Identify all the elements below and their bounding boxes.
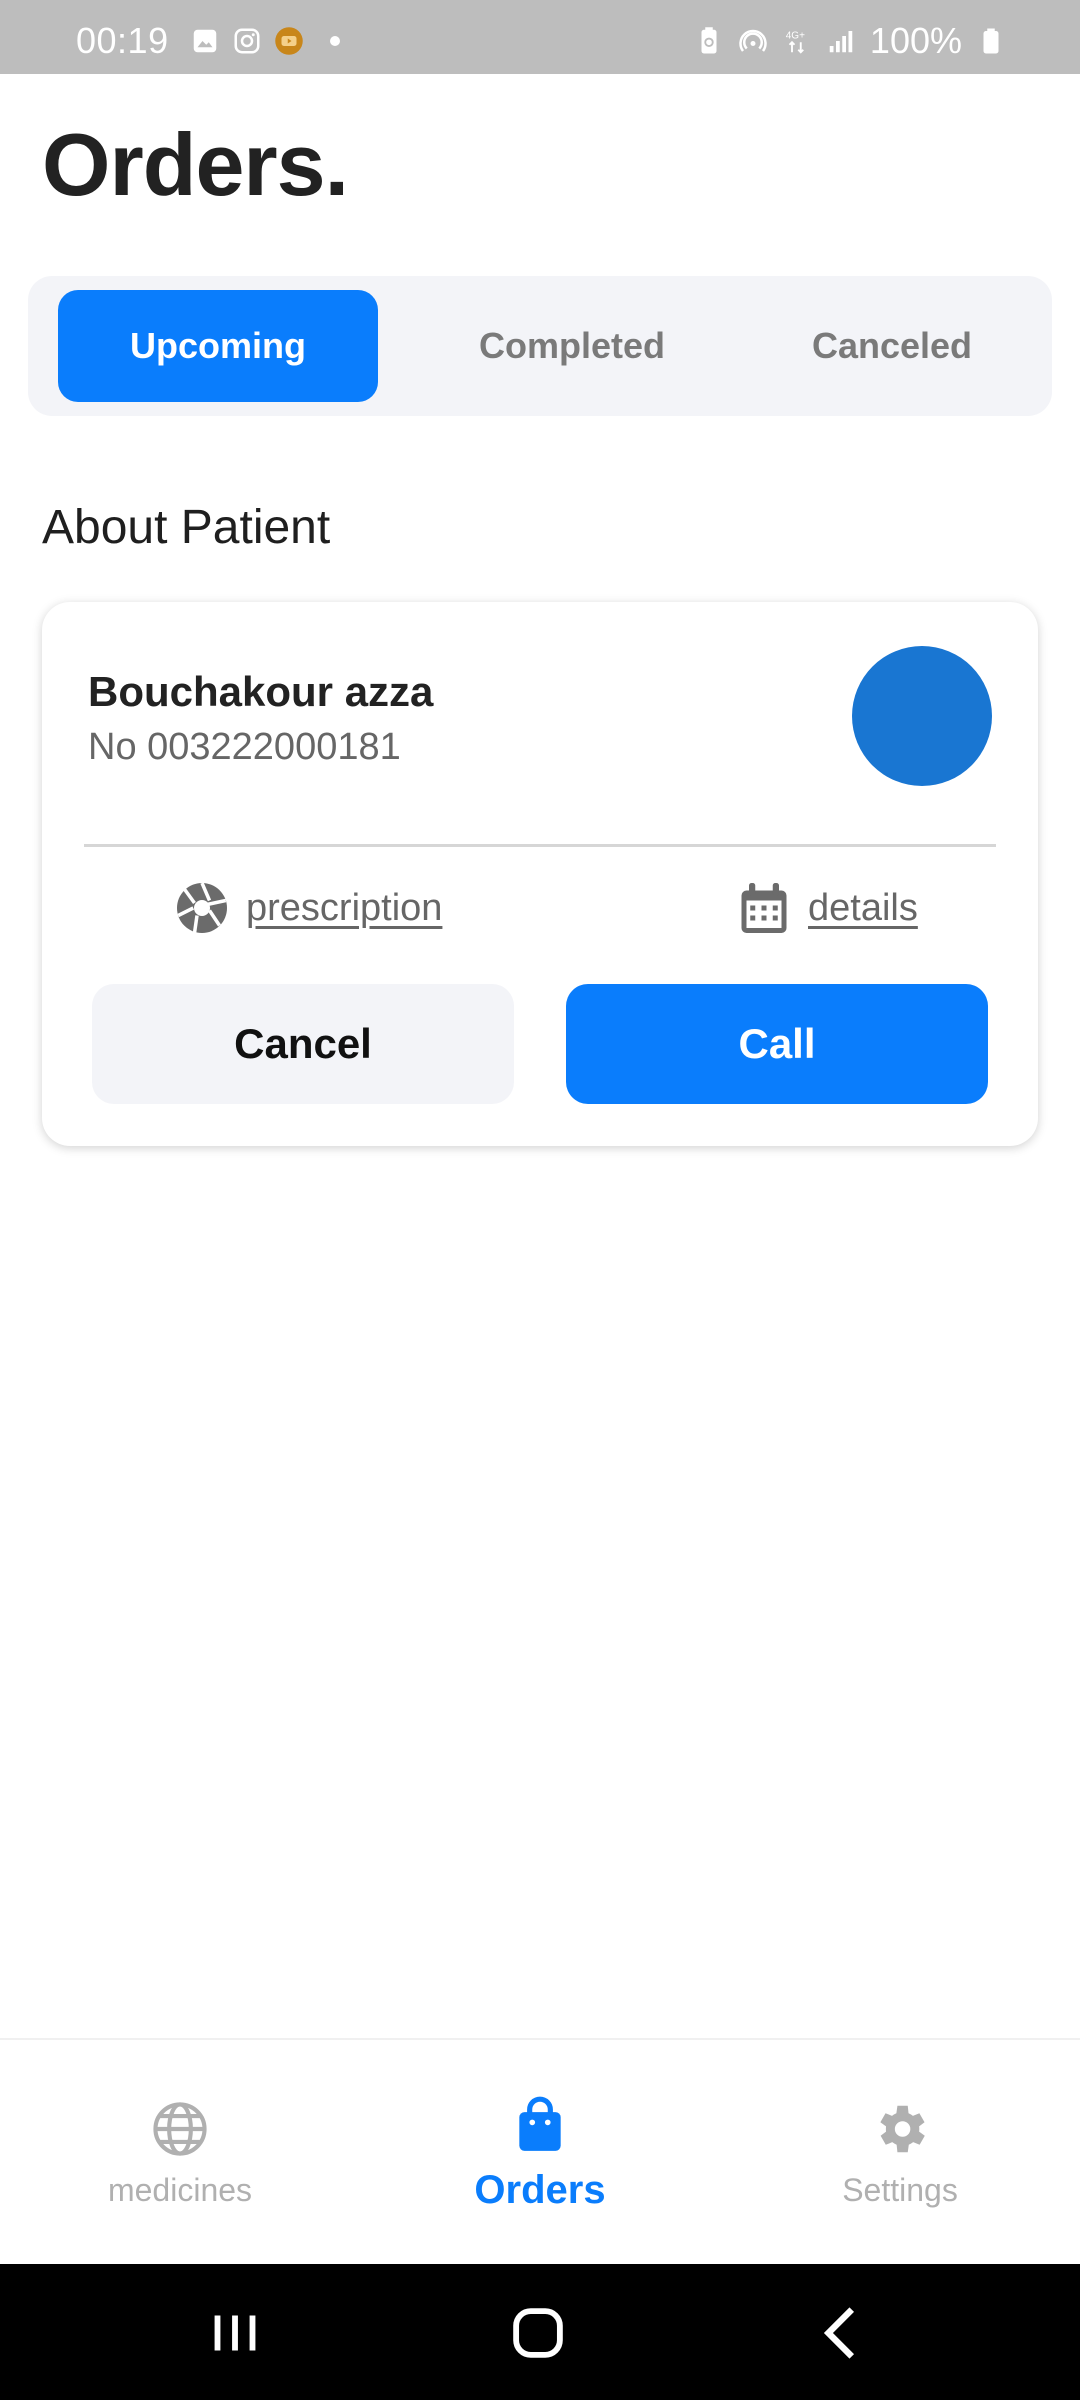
nav-item-orders[interactable]: Orders [360, 2040, 720, 2266]
nav-label-settings: Settings [842, 2171, 958, 2208]
avatar [852, 646, 992, 786]
prescription-link-label[interactable]: prescription [246, 887, 442, 930]
youtube-icon [275, 27, 303, 55]
order-status-tabs: Upcoming Completed Canceled [28, 276, 1052, 416]
battery-percentage: 100% [869, 20, 962, 61]
back-icon[interactable] [808, 2298, 878, 2368]
nav-item-settings[interactable]: Settings [720, 2040, 1080, 2266]
svg-text:4G+: 4G+ [786, 31, 805, 42]
image-icon [193, 29, 217, 53]
status-bar: 00:19 4G+ 100% [0, 0, 1080, 74]
call-button[interactable]: Call [566, 984, 988, 1104]
patient-order-card: Bouchakour azza No 003222000181 prescrip… [42, 602, 1038, 1146]
tab-completed[interactable]: Completed [412, 290, 732, 402]
bottom-navigation: medicines Orders Settings [0, 2038, 1080, 2264]
patient-name: Bouchakour azza [88, 668, 434, 715]
prescription-link[interactable]: prescription [172, 878, 442, 938]
calendar-icon [741, 883, 787, 933]
cancel-button[interactable]: Cancel [92, 984, 514, 1104]
system-navigation-bar [0, 2264, 1080, 2400]
gear-icon [880, 2105, 925, 2152]
camera-aperture-icon [177, 882, 227, 934]
card-divider [84, 844, 996, 847]
status-system-icons: 4G+ 100% [694, 20, 1006, 62]
tab-upcoming[interactable]: Upcoming [58, 290, 378, 402]
battery-saver-icon [701, 27, 717, 54]
battery-icon [983, 28, 999, 54]
nav-item-medicines[interactable]: medicines [0, 2040, 360, 2266]
status-notification-icons [190, 26, 340, 56]
nav-label-orders: Orders [474, 2167, 606, 2212]
page-title: Orders. [42, 115, 349, 214]
nav-label-medicines: medicines [107, 2171, 253, 2208]
hotspot-icon [739, 29, 767, 52]
tab-canceled[interactable]: Canceled [732, 290, 1052, 402]
home-icon[interactable] [503, 2298, 573, 2368]
details-link[interactable]: details [734, 878, 918, 938]
status-time: 00:19 [76, 20, 169, 61]
4g-plus-icon: 4G+ [786, 31, 805, 54]
signal-icon [829, 31, 853, 53]
details-link-label[interactable]: details [808, 887, 918, 930]
instagram-icon [234, 28, 260, 54]
globe-icon [153, 2101, 207, 2156]
section-title: About Patient [42, 501, 331, 554]
recents-icon[interactable] [200, 2298, 270, 2368]
dot-icon [330, 36, 340, 46]
shopping-bag-icon [519, 2096, 561, 2151]
patient-number: No 003222000181 [88, 726, 401, 768]
